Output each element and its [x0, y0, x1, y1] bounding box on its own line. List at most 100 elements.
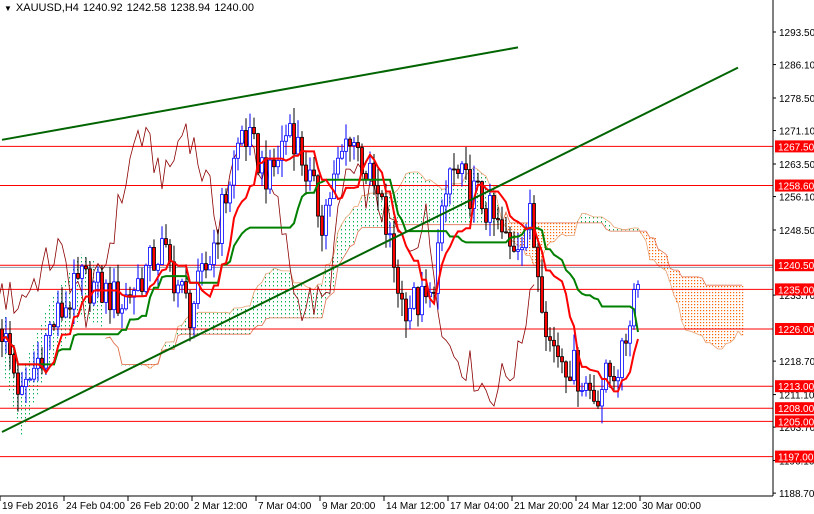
candle-body [200, 263, 204, 272]
candle-body [60, 302, 64, 318]
candle-body [636, 284, 640, 290]
candle-body [16, 372, 20, 395]
price-tick-label: 1293.50 [779, 28, 814, 39]
candle-body [552, 339, 556, 347]
candle-body [608, 362, 612, 377]
candle-body [404, 298, 408, 322]
cloud-segment [568, 222, 572, 236]
cloud-segment [336, 231, 340, 267]
time-tick-label: 14 Mar 12:00 [386, 501, 445, 512]
candle-body [320, 215, 324, 236]
candle-body [76, 273, 80, 279]
cloud-segment [716, 285, 720, 349]
candle-body [188, 292, 192, 329]
candle-body [536, 246, 540, 278]
candle-body [500, 219, 504, 233]
time-tick-label: 2 Mar 12:00 [194, 501, 248, 512]
candle-body [596, 400, 600, 407]
axis-background [774, 0, 814, 514]
candle-body [144, 264, 148, 292]
price-tick-label: 1248.50 [779, 226, 814, 237]
candle-body [96, 271, 100, 283]
cloud-segment [368, 193, 372, 228]
cloud-segment [428, 179, 432, 225]
price-axis: 1293.50 1286.10 1278.50 1271.10 1263.50 1256.… [0, 0, 814, 514]
candle-body [588, 382, 592, 391]
candle-body [304, 164, 308, 182]
candle-body [208, 264, 212, 271]
price-tick-label: 1263.50 [779, 160, 814, 171]
candle-body [260, 157, 264, 174]
cloud-segment [272, 268, 276, 318]
cloud-segment [412, 172, 416, 225]
candle-body [80, 265, 84, 279]
candle-body [152, 246, 156, 271]
time-tick-label: 7 Mar 04:00 [258, 501, 312, 512]
candle-body [308, 169, 312, 182]
candle-body [296, 136, 300, 155]
candle-body [412, 287, 416, 309]
cloud-segment [344, 217, 348, 254]
candle-body [416, 287, 420, 316]
cloud-segment [684, 276, 688, 331]
candle-body [248, 126, 252, 147]
candle-body [384, 196, 388, 235]
cloud-segment [588, 215, 592, 223]
time-tick-label: 21 Mar 20:00 [514, 501, 573, 512]
price-chart[interactable]: 1293.50 1286.10 1278.50 1271.10 1263.50 1256.… [0, 0, 814, 514]
candle-body [444, 193, 448, 207]
candle-body [52, 324, 56, 328]
cloud-segment [664, 254, 668, 271]
candle-body [192, 303, 196, 329]
candle-body [12, 354, 16, 374]
candle-body [32, 367, 36, 380]
cloud-segment [696, 276, 700, 335]
cloud-segment [340, 223, 344, 260]
candle-body [372, 162, 376, 187]
candle-body [236, 142, 240, 159]
cloud-segment [208, 312, 212, 335]
candle-body [612, 376, 616, 382]
candle-body [56, 302, 60, 328]
time-tick-label: 24 Mar 12:00 [578, 501, 637, 512]
candle-body [312, 169, 316, 177]
candle-body [20, 386, 24, 395]
candle-body [400, 292, 404, 300]
cloud-segment [452, 183, 456, 225]
candle-body [512, 245, 516, 252]
cloud-segment [644, 231, 648, 241]
candle-body [492, 195, 496, 219]
candle-body [140, 278, 144, 292]
candle-body [88, 268, 92, 304]
cloud-segment [264, 273, 268, 319]
candle-body [604, 362, 608, 390]
candle-body [388, 233, 392, 236]
cloud-segment [736, 285, 740, 332]
cloud-segment [356, 206, 360, 232]
candle-body [28, 378, 32, 381]
candle-body [468, 169, 472, 209]
candle-body [584, 382, 588, 391]
candle-body [120, 308, 124, 314]
cloud-segment [708, 285, 712, 343]
candle-body [544, 311, 548, 338]
candle-body [328, 198, 332, 206]
time-tick-label: 24 Feb 04:00 [66, 501, 125, 512]
time-tick-label: 26 Feb 20:00 [130, 501, 189, 512]
candle-body [220, 194, 224, 244]
candle-body [628, 325, 632, 344]
candle-body [504, 231, 508, 234]
cloud-segment [700, 277, 704, 336]
cloud-segment [732, 285, 736, 340]
candle-body [240, 130, 244, 144]
candle-body [48, 324, 52, 336]
price-tick-label: 1278.50 [779, 94, 814, 105]
candle-body [356, 142, 360, 148]
level-price-label: 1240.50 [778, 261, 814, 272]
candle-body [420, 285, 424, 316]
cloud-segment [584, 213, 588, 223]
cloud-segment [232, 307, 236, 335]
candle-body [268, 159, 272, 190]
candle-body [292, 123, 296, 155]
cloud-segment [596, 216, 600, 223]
